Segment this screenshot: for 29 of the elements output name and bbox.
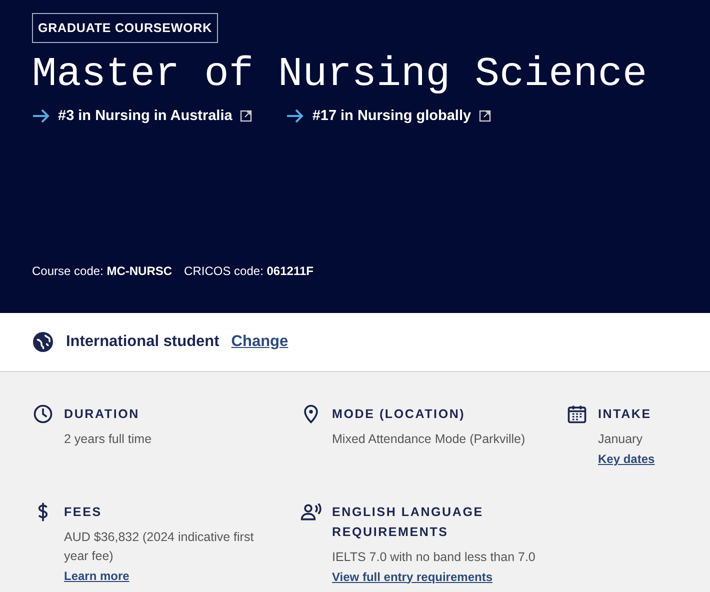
external-link-icon bbox=[479, 110, 492, 122]
fact-heading: FEES bbox=[64, 504, 103, 520]
fact-heading: INTAKE bbox=[598, 406, 652, 423]
course-code-text: Course code: MC-NURSC bbox=[32, 264, 172, 278]
fact-value: January bbox=[598, 431, 644, 448]
calendar-icon bbox=[566, 403, 588, 425]
student-type-label: International student bbox=[66, 333, 220, 351]
ranking-link[interactable]: #3 in Nursing in Australia bbox=[58, 108, 232, 124]
fact-value: Mixed Attendance Mode (Parkville) bbox=[332, 431, 526, 448]
course-code-text: CRICOS code: 061211F bbox=[184, 264, 314, 278]
ranking-link[interactable]: #17 in Nursing globally bbox=[312, 108, 472, 124]
category-badge: GRADUATE COURSEWORK bbox=[32, 13, 218, 43]
fact-value: IELTS 7.0 with no band less than 7.0 bbox=[332, 548, 536, 566]
fact-link[interactable]: Learn more bbox=[64, 566, 279, 586]
fact-link[interactable]: Key dates bbox=[598, 449, 655, 469]
speech-icon bbox=[300, 500, 322, 522]
fact-heading: ENGLISH LANGUAGE REQUIREMENTS bbox=[332, 504, 484, 540]
fact-value: AUD $36,832 (2024 indicative first year fee) bbox=[64, 528, 255, 565]
fact-value: 2 years full time bbox=[64, 431, 152, 448]
clock-icon bbox=[32, 403, 54, 425]
change-link[interactable]: Change bbox=[231, 333, 288, 351]
fact-link[interactable]: View full entry requirements bbox=[332, 566, 547, 586]
arrow-icon bbox=[286, 109, 304, 124]
page-title: Master of Nursing Science bbox=[32, 53, 648, 98]
fact-heading: DURATION bbox=[64, 406, 140, 423]
external-link-icon bbox=[240, 110, 252, 122]
globe-icon bbox=[32, 331, 54, 353]
arrow-icon bbox=[32, 109, 50, 124]
fact-heading: MODE (LOCATION) bbox=[332, 406, 466, 423]
